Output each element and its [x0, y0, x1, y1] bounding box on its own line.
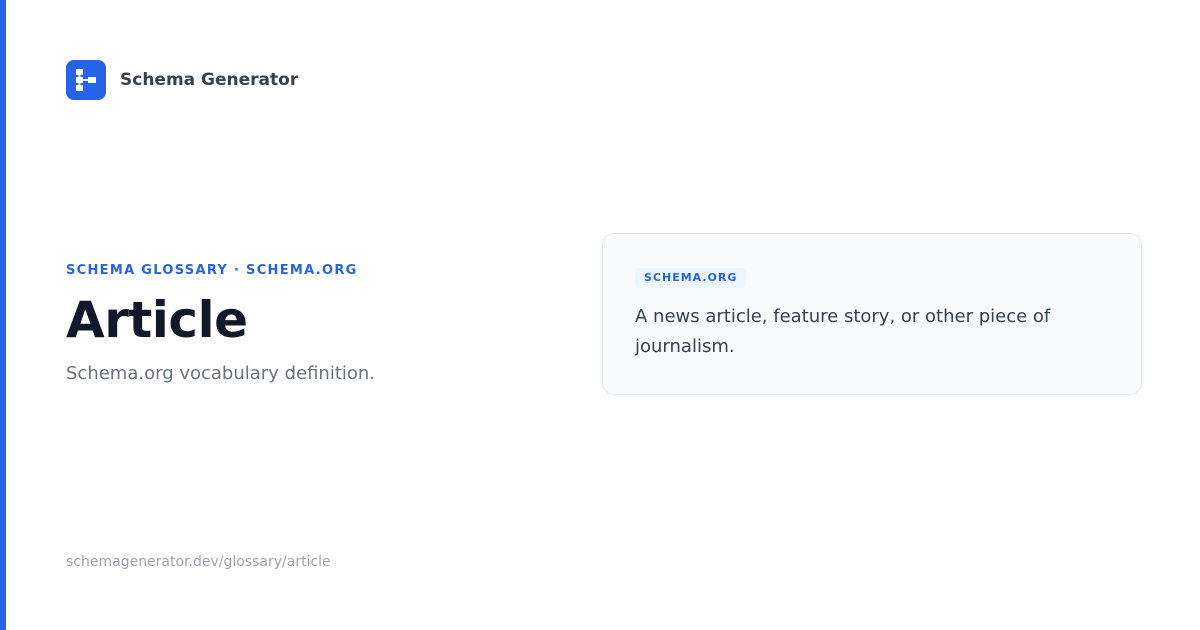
left-accent-bar: [0, 0, 6, 630]
hero-section: SCHEMA GLOSSARY · SCHEMA.ORG Article Sch…: [66, 262, 546, 386]
definition-text: A news article, feature story, or other …: [635, 306, 1051, 357]
schema-tree-icon: [76, 69, 96, 91]
page-title: Article: [66, 291, 248, 349]
page-subtitle: Schema.org vocabulary definition.: [66, 363, 376, 384]
brand-header: Schema Generator: [66, 60, 298, 100]
source-badge: SCHEMA.ORG: [635, 268, 747, 288]
footer-url: schemagenerator.dev/glossary/article: [66, 554, 331, 570]
eyebrow-label: SCHEMA GLOSSARY · SCHEMA.ORG: [66, 263, 358, 278]
brand-name: Schema Generator: [120, 70, 299, 90]
definition-card: SCHEMA.ORG A news article, feature story…: [602, 233, 1142, 395]
brand-logo: [66, 60, 106, 100]
